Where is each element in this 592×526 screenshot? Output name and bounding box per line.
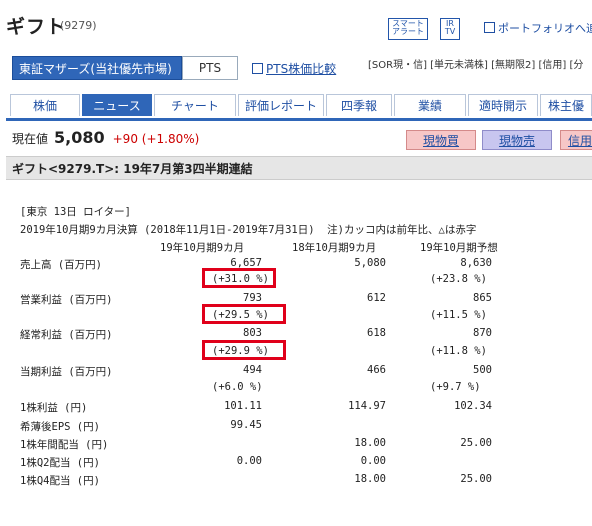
row-label: 1株Q4配当 (円) [20,475,100,487]
row-current-pct: (+6.0 %) [212,381,263,393]
row-current: 99.45 [230,419,262,431]
tab-shikiho[interactable]: 四季報 [326,94,392,116]
row-current: 0.00 [236,455,262,467]
row-previous: 18.00 [354,473,386,485]
row-label: 売上高 (百万円) [20,259,102,271]
row-current: 101.11 [224,400,262,412]
row-label: 経常利益 (百万円) [20,329,113,341]
tab-disclosure[interactable]: 適時開示 [468,94,538,116]
window-icon [252,63,263,74]
tab-shareholder-benefits[interactable]: 株主優 [540,94,592,116]
row-forecast: 500 [473,364,492,376]
price-summary: 現在値 5,080 +90 (+1.80%) [12,128,199,147]
highlight-box [202,304,286,324]
portfolio-link-label: ポートフォリオへ追 [498,22,592,35]
news-period: 2019年10月期9カ月決算 (2018年11月1日-2019年7月31日) 注… [20,224,477,236]
row-current: 803 [243,327,262,339]
col-header-forecast: 19年10月期予想 [420,242,498,254]
tab-news[interactable]: ニュース [82,94,152,116]
row-forecast: 870 [473,327,492,339]
row-forecast: 865 [473,292,492,304]
price-change: +90 (+1.80%) [112,132,200,146]
tab-bar: 株価 ニュース チャート 評価レポート 四季報 業績 適時開示 株主優 [6,94,592,121]
row-label: 営業利益 (百万円) [20,294,113,306]
tab-rating-report[interactable]: 評価レポート [238,94,324,116]
row-forecast-pct: (+11.5 %) [430,309,487,321]
portfolio-icon [484,22,495,33]
news-headline: ギフト<9279.T>: 19年7月第3四半期連結 [6,156,592,180]
row-previous: 0.00 [360,455,386,467]
stock-code: (9279) [60,19,97,32]
row-forecast-pct: (+11.8 %) [430,345,487,357]
row-forecast-pct: (+23.8 %) [430,273,487,285]
row-forecast-pct: (+9.7 %) [430,381,481,393]
news-source: [東京 13日 ロイター] [20,206,132,218]
trading-flags: [SOR現・信] [単元未満株] [無期限2] [信用] [分 [368,60,584,71]
row-label: 当期利益 (百万円) [20,366,113,378]
smart-alert-button[interactable]: スマート アラート [388,18,428,40]
highlight-box [202,340,286,360]
row-label: 1株Q2配当 (円) [20,457,100,469]
market-selector-pts[interactable]: PTS [182,56,238,80]
row-forecast: 25.00 [460,473,492,485]
add-to-portfolio-link[interactable]: ポートフォリオへ追 [484,20,592,36]
margin-button[interactable]: 信用 [560,130,592,150]
row-previous: 612 [367,292,386,304]
price-label: 現在値 [12,132,49,146]
row-forecast: 8,630 [460,257,492,269]
pts-compare-link[interactable]: PTS株価比較 [252,60,336,77]
row-label: 希薄後EPS (円) [20,421,100,433]
stock-name: ギフト [6,16,67,38]
price-value: 5,080 [54,128,105,147]
row-current: 793 [243,292,262,304]
highlight-box [202,268,276,288]
row-previous: 114.97 [348,400,386,412]
row-previous: 618 [367,327,386,339]
col-header-current: 19年10月期9カ月 [160,242,245,254]
tab-price[interactable]: 株価 [10,94,80,116]
row-label: 1株利益 (円) [20,402,88,414]
row-forecast: 25.00 [460,437,492,449]
cash-sell-button[interactable]: 現物売 [482,130,552,150]
row-previous: 466 [367,364,386,376]
tab-earnings[interactable]: 業績 [394,94,466,116]
row-previous: 5,080 [354,257,386,269]
pts-compare-label: PTS株価比較 [266,62,337,76]
cash-buy-button[interactable]: 現物買 [406,130,476,150]
row-current: 494 [243,364,262,376]
row-forecast: 102.34 [454,400,492,412]
row-previous: 18.00 [354,437,386,449]
ir-tv-button[interactable]: IR TV [440,18,460,40]
col-header-previous: 18年10月期9カ月 [292,242,377,254]
row-label: 1株年間配当 (円) [20,439,109,451]
market-selector-primary[interactable]: 東証マザーズ(当社優先市場) [12,56,182,80]
tab-chart[interactable]: チャート [154,94,236,116]
